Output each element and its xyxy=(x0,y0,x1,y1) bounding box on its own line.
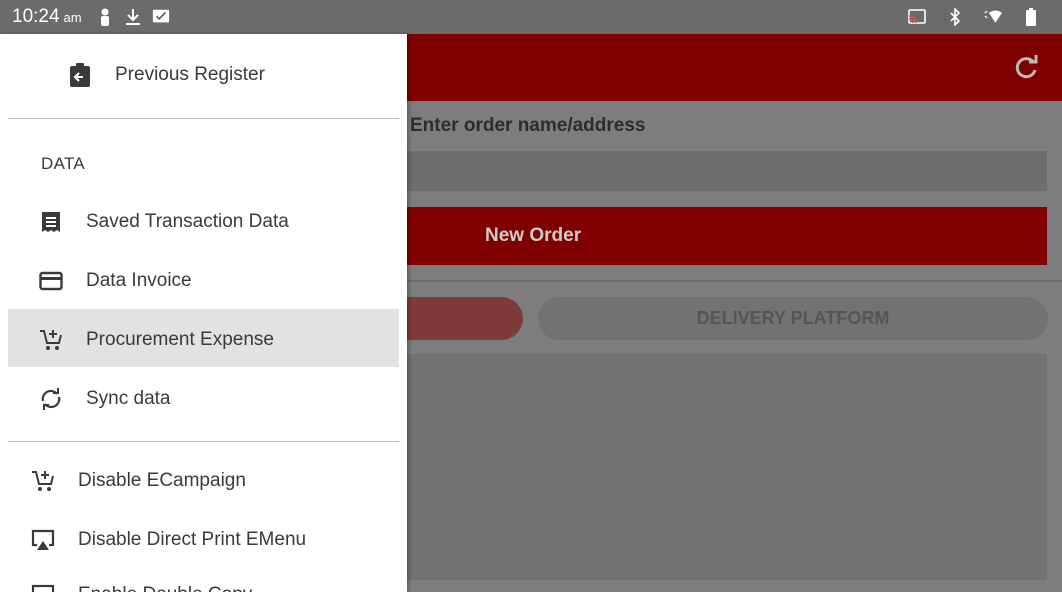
clipboard-back-icon xyxy=(67,62,93,88)
drawer-item-sync-data[interactable]: Sync data xyxy=(38,386,171,412)
receipt-icon xyxy=(38,209,64,235)
download-icon xyxy=(124,8,142,26)
wifi-icon xyxy=(984,8,1002,26)
drawer-item-saved-transaction-data[interactable]: Saved Transaction Data xyxy=(38,209,289,235)
drawer-item-data-invoice[interactable]: Data Invoice xyxy=(38,268,192,294)
checkbox-icon xyxy=(152,8,170,26)
new-order-button[interactable]: New Order xyxy=(407,207,1047,265)
drawer-divider xyxy=(8,118,399,119)
section-header-data: DATA xyxy=(41,154,86,173)
order-list-area xyxy=(407,354,1047,580)
drawer-item-enable-double-copy[interactable]: Enable Double Copy xyxy=(30,582,252,592)
divider xyxy=(407,280,1062,282)
drawer-item-previous-register[interactable]: Previous Register xyxy=(67,62,265,88)
drawer-item-label: Previous Register xyxy=(115,64,265,85)
bluetooth-icon xyxy=(946,8,964,26)
drawer-item-label: Sync data xyxy=(86,388,171,409)
add-cart-icon xyxy=(30,468,56,494)
status-time: 10:24 xyxy=(12,6,60,27)
status-bar: 10:24 am xyxy=(0,0,1062,34)
user-icon xyxy=(96,8,114,26)
drawer-item-procurement-expense[interactable]: Procurement Expense xyxy=(38,327,274,353)
cast-icon xyxy=(908,8,926,26)
drawer-item-label: Disable ECampaign xyxy=(78,470,246,491)
airplay-icon xyxy=(30,527,56,553)
battery-icon xyxy=(1022,8,1040,26)
drawer-item-disable-ecampaign[interactable]: Disable ECampaign xyxy=(30,468,246,494)
drawer-divider xyxy=(8,441,399,442)
drawer-item-label: Disable Direct Print EMenu xyxy=(78,529,307,550)
monitor-icon xyxy=(30,582,56,592)
navigation-drawer: Previous Register DATA Saved Transaction… xyxy=(0,34,407,592)
sync-icon xyxy=(38,386,64,412)
drawer-item-label: Procurement Expense xyxy=(86,329,274,350)
drawer-item-disable-direct-print-emenu[interactable]: Disable Direct Print EMenu xyxy=(30,527,306,553)
drawer-item-label: Enable Double Copy xyxy=(78,584,252,592)
add-cart-icon xyxy=(38,327,64,353)
order-name-label: Enter order name/address xyxy=(410,115,646,136)
refresh-icon[interactable] xyxy=(1012,54,1040,82)
tab-delivery-platform[interactable]: DELIVERY PLATFORM xyxy=(538,297,1048,340)
drawer-item-label: Data Invoice xyxy=(86,270,192,291)
status-ampm: am xyxy=(63,9,82,25)
order-name-input[interactable] xyxy=(407,151,1047,191)
credit-card-icon xyxy=(38,268,64,294)
drawer-item-label: Saved Transaction Data xyxy=(86,211,289,232)
